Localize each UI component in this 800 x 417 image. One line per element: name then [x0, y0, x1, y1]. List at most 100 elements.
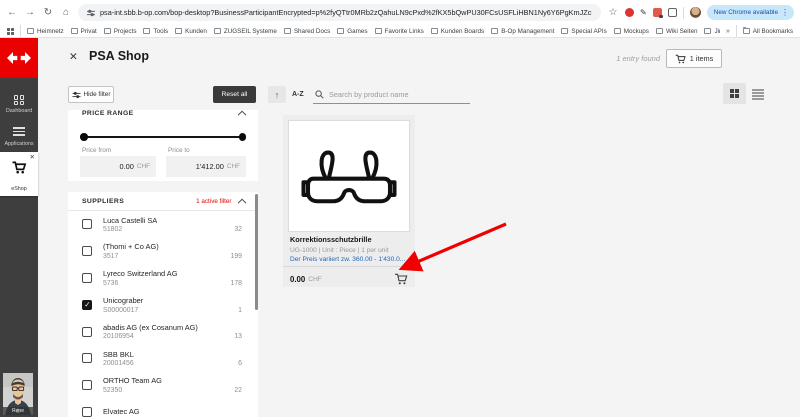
sidebar-tab-eshop[interactable]: ✕ eShop [0, 152, 38, 196]
close-eshop-icon[interactable]: ✕ [30, 153, 35, 161]
folder-icon [431, 28, 438, 34]
supplier-checkbox[interactable] [82, 327, 92, 337]
bookmark-item[interactable]: Tools [143, 28, 168, 35]
supplier-checkbox[interactable] [82, 246, 92, 256]
supplier-checkbox[interactable] [82, 407, 92, 417]
divider [20, 25, 21, 37]
bookmark-item[interactable]: Favorite Links [375, 28, 424, 35]
sort-direction-button[interactable]: ↑ [268, 86, 286, 103]
bookmark-item[interactable]: Heimnetz [27, 28, 64, 35]
price-from-input[interactable]: 0.00 CHF [80, 156, 156, 177]
bookmark-label: Favorite Links [385, 28, 424, 35]
search-input[interactable] [329, 90, 459, 99]
product-card[interactable]: Korrektionsschutzbrille UG-1000 | Unit :… [283, 115, 415, 287]
new-chrome-button[interactable]: New Chrome available ⋮ [707, 5, 794, 20]
bookmark-item[interactable]: Projects [104, 28, 137, 35]
bookmark-star-icon[interactable]: ☆ [607, 8, 619, 18]
user-avatar[interactable]: Rene [3, 373, 33, 415]
bookmark-item[interactable]: Kunden Boards [431, 28, 484, 35]
menu-kebab-icon[interactable]: ⋮ [781, 8, 789, 17]
supplier-product-count: 22 [234, 387, 242, 394]
sort-order-label[interactable]: A-Z [292, 91, 304, 98]
reset-all-button[interactable]: Reset all [213, 86, 256, 103]
sbb-logo[interactable] [0, 38, 38, 78]
filter-scrollbar[interactable] [255, 194, 258, 310]
supplier-product-count: 178 [231, 280, 243, 287]
bookmark-item[interactable]: Kunden [175, 28, 207, 35]
bookmark-item[interactable]: Special APIs [561, 28, 606, 35]
reload-icon[interactable]: ↻ [42, 8, 54, 18]
adblock-extension-icon[interactable] [625, 8, 634, 17]
bookmark-label: Shared Docs [294, 28, 330, 35]
supplier-name: abadis AG (ex Cosanum AG) [103, 323, 242, 332]
home-icon[interactable]: ⌂ [60, 8, 72, 18]
folder-icon [104, 28, 111, 34]
folder-icon [143, 28, 150, 34]
supplier-product-count: 32 [234, 226, 242, 233]
add-to-cart-icon[interactable] [394, 273, 408, 285]
new-chrome-label: New Chrome available [714, 9, 778, 16]
address-bar[interactable]: psa-int.sbb.b-op.com/bop-desktop?Busines… [78, 4, 601, 21]
pen-extension-icon[interactable]: ✎ [640, 8, 647, 17]
supplier-row: abadis AG (ex Cosanum AG)2010695413 [68, 318, 258, 345]
bookmark-item[interactable]: Shared Docs [284, 28, 330, 35]
filter-sliders-icon [72, 91, 81, 99]
bookmark-item[interactable]: Games [337, 28, 367, 35]
product-price-note-link[interactable]: Der Preis variiert zw. 360.00 - 1'430.0.… [290, 256, 408, 263]
price-to-input[interactable]: 1'412.00 CHF [166, 156, 246, 177]
supplier-id: S00000017 [103, 307, 138, 314]
bookmarks-more-icon[interactable]: » [726, 28, 730, 35]
folder-icon [491, 28, 498, 34]
cart-icon [675, 54, 686, 64]
screenshot-extension-icon[interactable] [653, 8, 662, 17]
supplier-checkbox[interactable] [82, 300, 92, 310]
price-slider-min-handle[interactable] [80, 133, 88, 141]
slider-track [83, 136, 243, 138]
bookmark-label: Heimnetz [37, 28, 64, 35]
grid-view-button[interactable] [723, 83, 746, 104]
forward-icon[interactable]: → [24, 8, 36, 18]
url-text: psa-int.sbb.b-op.com/bop-desktop?Busines… [100, 8, 592, 17]
bookmark-item[interactable]: Mockups [614, 28, 649, 35]
folder-icon [375, 28, 382, 34]
active-filter-badge: 1 active filter [196, 198, 231, 205]
supplier-id: 20106954 [103, 333, 134, 340]
page-title: PSA Shop [89, 49, 149, 63]
folder-icon [214, 28, 221, 34]
product-footer: 0.00 CHF [283, 266, 415, 287]
supplier-checkbox[interactable] [82, 273, 92, 283]
extensions-icon[interactable] [668, 8, 677, 17]
bookmark-item[interactable]: Wiki Seiten [656, 28, 698, 35]
price-section-title: PRICE RANGE [82, 110, 240, 117]
folder-icon [561, 28, 568, 34]
back-icon[interactable]: ← [6, 8, 18, 18]
hide-filter-button[interactable]: Hide filter [68, 86, 114, 103]
supplier-checkbox[interactable] [82, 219, 92, 229]
price-to-label: Price to [168, 147, 190, 154]
list-view-button[interactable] [752, 88, 764, 101]
price-slider-max-handle[interactable] [239, 133, 247, 141]
bookmark-item[interactable]: B-Op Management [491, 28, 554, 35]
all-bookmarks-button[interactable]: All Bookmarks [743, 28, 793, 35]
profile-avatar[interactable] [690, 7, 701, 18]
bookmark-item[interactable]: Privat [71, 28, 97, 35]
collapse-chevron-icon[interactable] [238, 198, 246, 206]
applications-label: Applications [0, 141, 38, 147]
folder-icon [743, 28, 750, 34]
all-bookmarks-label: All Bookmarks [753, 28, 793, 35]
sidebar-item-applications[interactable]: Applications [0, 125, 38, 147]
sidebar-item-dashboard[interactable]: Dashboard [0, 95, 38, 114]
supplier-row: Luca Castelli SA5180232 [68, 211, 258, 238]
eshop-cart-icon [12, 161, 27, 179]
site-settings-icon[interactable] [87, 4, 95, 21]
supplier-checkbox[interactable] [82, 353, 92, 363]
dashboard-icon [14, 95, 24, 105]
bookmark-item[interactable]: Jira [704, 28, 719, 35]
cart-button[interactable]: 1 items [666, 49, 722, 68]
bookmark-item[interactable]: ZUGSEIL Systeme [214, 28, 277, 35]
product-meta: UG-1000 | Unit : Piece | 1 per unit [290, 247, 408, 254]
supplier-checkbox[interactable] [82, 380, 92, 390]
apps-grid-icon[interactable] [7, 28, 14, 35]
product-price: 0.00 [290, 275, 305, 284]
close-app-icon[interactable]: ✕ [69, 51, 78, 63]
